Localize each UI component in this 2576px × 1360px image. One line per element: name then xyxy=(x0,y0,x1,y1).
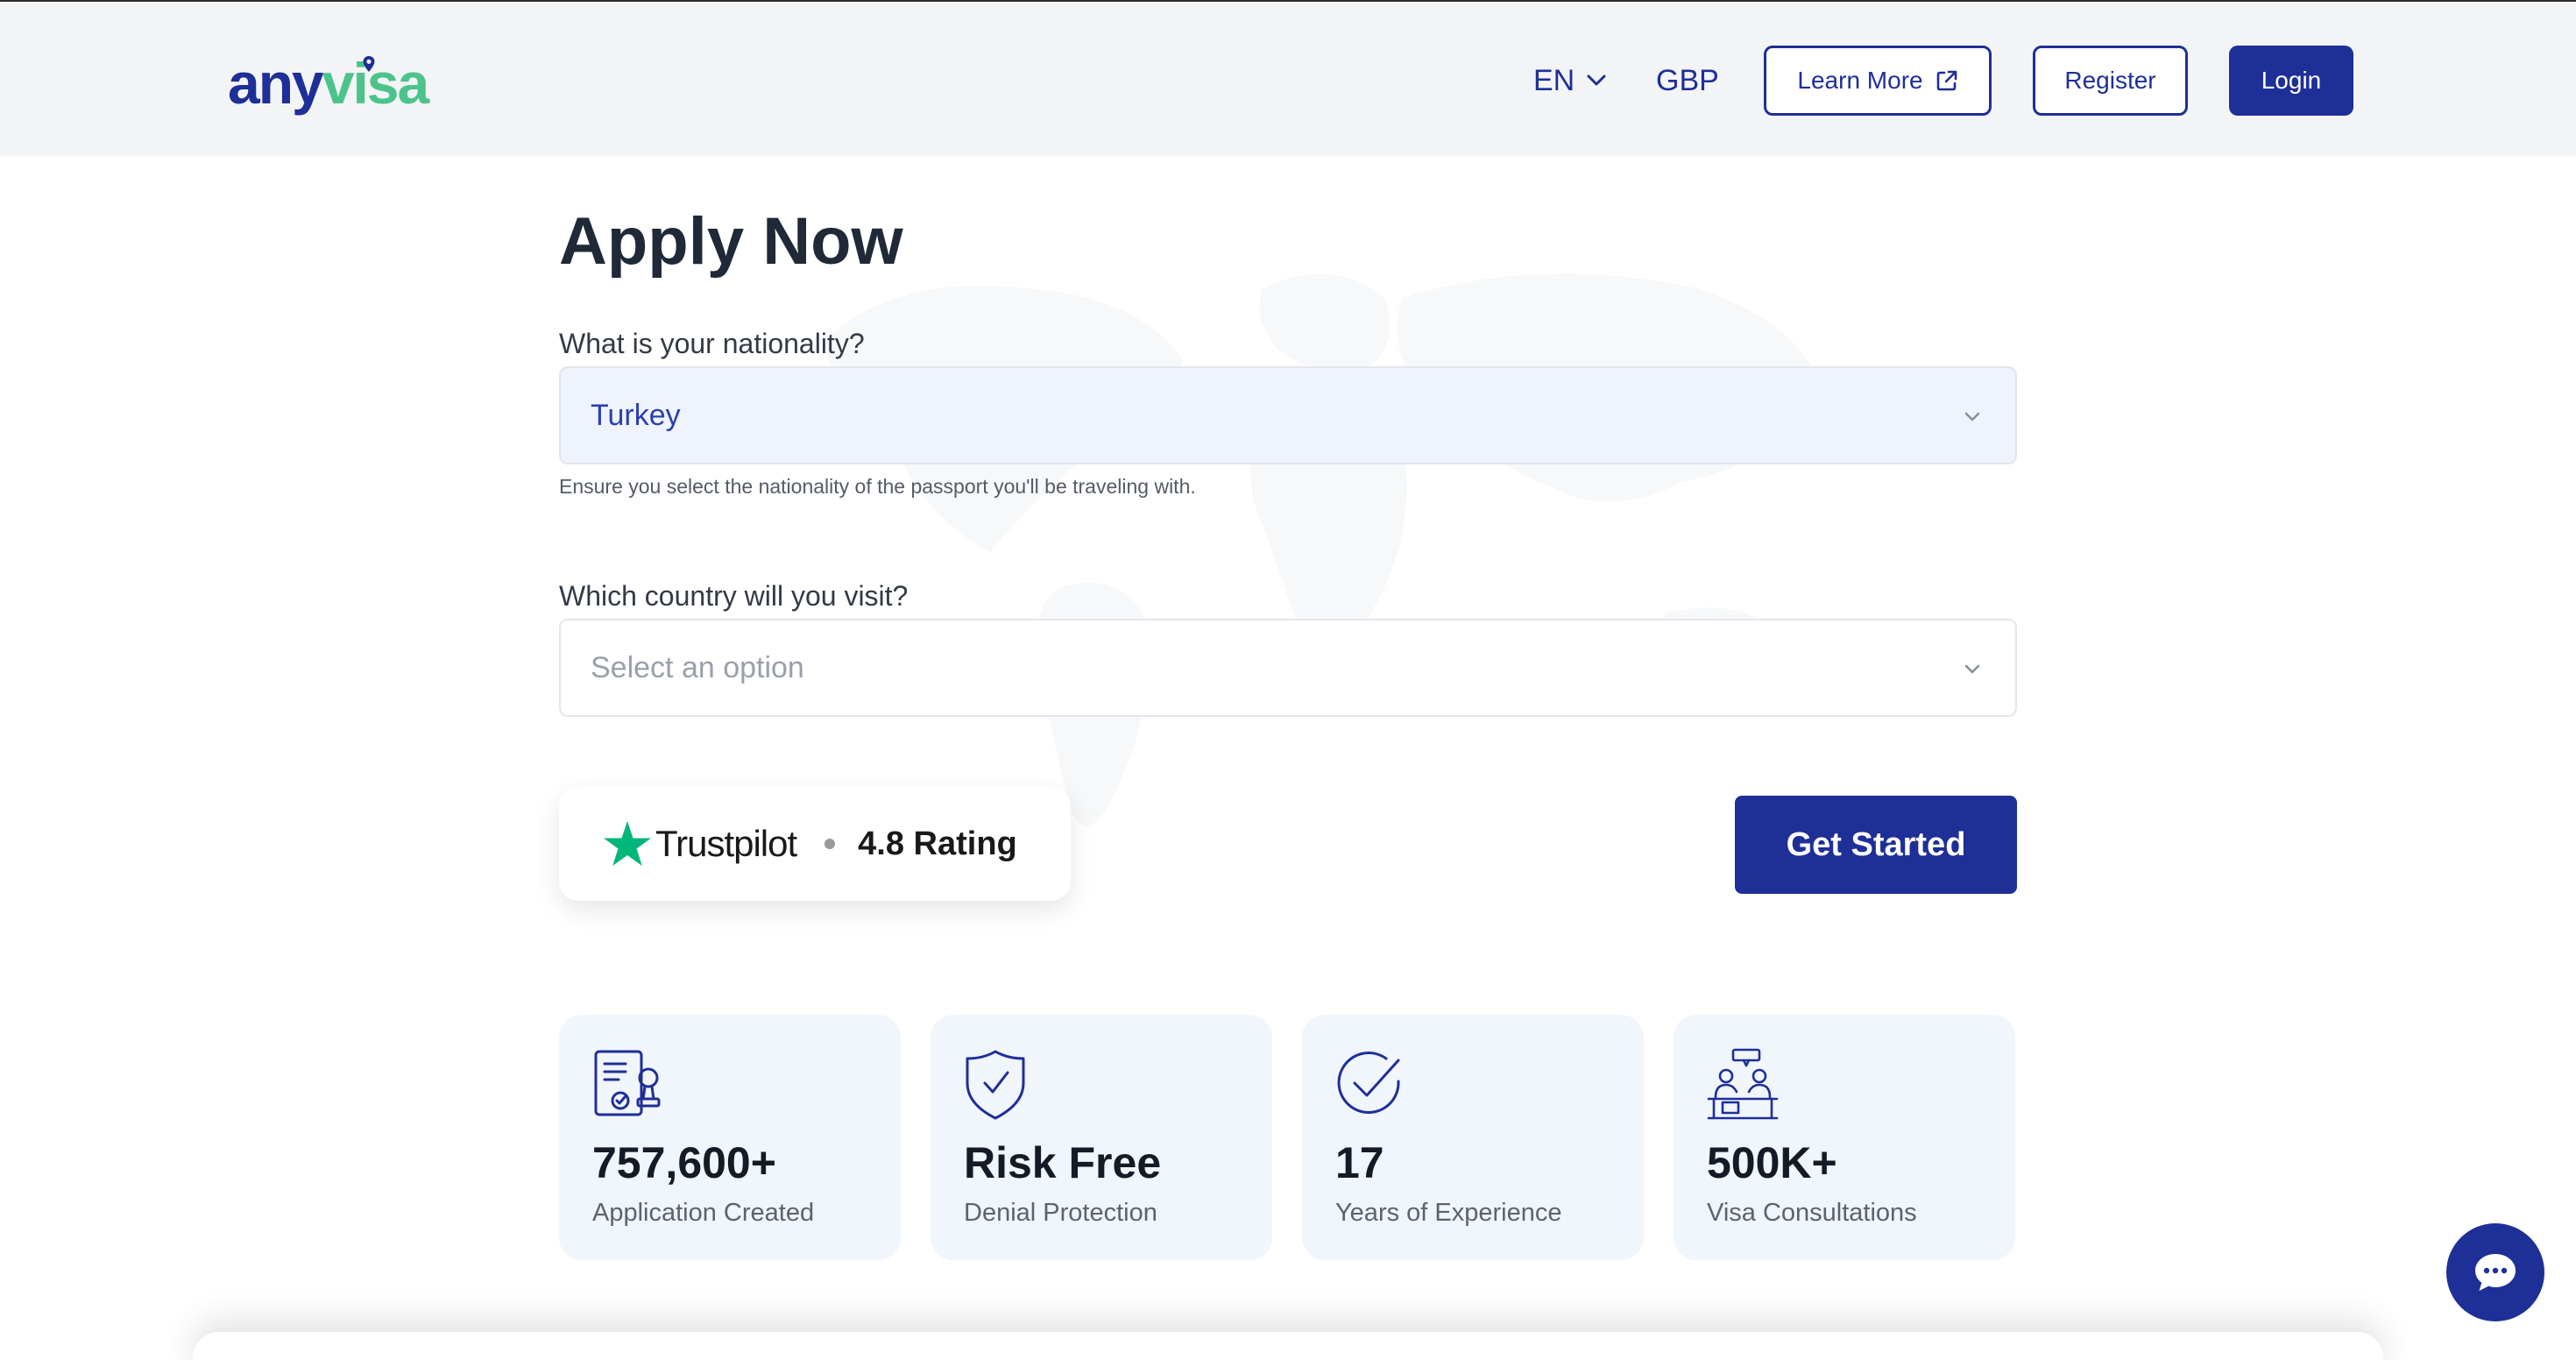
destination-label: Which country will you visit? xyxy=(559,580,909,612)
stat-value: 757,600+ xyxy=(592,1138,776,1187)
logo-text-any: any xyxy=(228,51,324,116)
nationality-select[interactable]: Turkey xyxy=(559,366,2017,464)
language-selector[interactable]: EN xyxy=(1533,54,1606,107)
stat-card-consultations: 500K+ Visa Consultations xyxy=(1674,1015,2015,1260)
chevron-down-icon xyxy=(1587,74,1606,86)
nationality-hint: Ensure you select the nationality of the… xyxy=(559,475,1196,498)
get-started-button[interactable]: Get Started xyxy=(1735,796,2017,894)
stat-value: Risk Free xyxy=(964,1138,1162,1187)
trustpilot-brand: Trustpilot xyxy=(655,823,797,864)
stat-card-risk-free: Risk Free Denial Protection xyxy=(931,1015,1272,1260)
trustpilot-rating: 4.8 Rating xyxy=(858,825,1017,862)
login-label: Login xyxy=(2261,67,2322,94)
stat-caption: Years of Experience xyxy=(1335,1199,1562,1227)
page-title: Apply Now xyxy=(559,204,903,279)
trustpilot-star-icon xyxy=(604,821,651,866)
external-link-icon xyxy=(1936,70,1957,91)
register-label: Register xyxy=(2064,67,2156,94)
nationality-label: What is your nationality? xyxy=(559,328,865,359)
stat-value: 500K+ xyxy=(1707,1138,1837,1187)
stat-caption: Application Created xyxy=(592,1199,815,1227)
stat-caption: Denial Protection xyxy=(964,1199,1157,1227)
learn-more-label: Learn More xyxy=(1797,67,1923,94)
chevron-down-icon xyxy=(1964,412,1980,421)
site-header: any visa EN GBP Learn More Register Login xyxy=(0,2,2576,156)
login-button[interactable]: Login xyxy=(2229,46,2353,116)
currency-label: GBP xyxy=(1656,63,1719,97)
stat-value: 17 xyxy=(1335,1138,1384,1187)
nationality-value: Turkey xyxy=(591,398,681,432)
location-pin-icon xyxy=(363,56,375,72)
document-stamp-icon xyxy=(594,1050,661,1116)
register-button[interactable]: Register xyxy=(2033,46,2188,116)
stat-card-applications: 757,600+ Application Created xyxy=(559,1015,901,1260)
chat-bubble-icon xyxy=(2475,1254,2516,1291)
anyvisa-logo[interactable]: any visa xyxy=(228,44,429,123)
shield-check-icon xyxy=(966,1050,1025,1120)
stat-card-experience: 17 Years of Experience xyxy=(1302,1015,1644,1260)
logo-text-visa: visa xyxy=(322,51,429,116)
learn-more-button[interactable]: Learn More xyxy=(1764,46,1992,116)
currency-selector[interactable]: GBP xyxy=(1656,54,1719,107)
logo-visa-label: visa xyxy=(322,51,429,116)
language-label: EN xyxy=(1533,63,1575,97)
circle-check-icon xyxy=(1337,1052,1400,1114)
get-started-label: Get Started xyxy=(1786,825,1966,863)
destination-select[interactable]: Select an option xyxy=(559,619,2017,717)
chat-button[interactable] xyxy=(2446,1223,2544,1321)
next-section-edge xyxy=(193,1332,2383,1360)
consultation-icon xyxy=(1707,1048,1779,1120)
stat-caption: Visa Consultations xyxy=(1707,1199,1917,1227)
chevron-down-icon xyxy=(1964,664,1980,674)
destination-placeholder: Select an option xyxy=(591,650,804,684)
trustpilot-badge[interactable]: Trustpilot 4.8 Rating xyxy=(559,787,1071,901)
separator-dot xyxy=(824,839,836,849)
